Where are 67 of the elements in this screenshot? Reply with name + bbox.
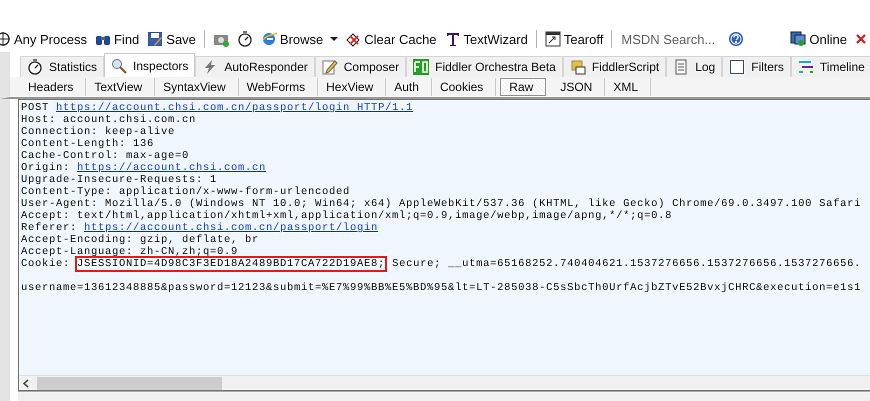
tab[interactable]: FiddlerScript bbox=[562, 56, 666, 77]
inspector-tab[interactable]: SyntaxView bbox=[155, 78, 239, 96]
inspector-tab[interactable]: Auth bbox=[386, 78, 432, 96]
request-text: User-Agent: Mozilla/5.0 (Windows NT 10.0; Win64; x64) AppleWebKit/537.36 (KHTML, like Gecko) Chrome/69.0.3497.100 Safari bbox=[21, 198, 862, 210]
tab[interactable]: Fiddler Orchestra Beta bbox=[406, 56, 563, 77]
checkbox-icon bbox=[729, 59, 746, 75]
request-text: Origin: bbox=[21, 162, 72, 174]
tab[interactable]: Log bbox=[666, 56, 722, 77]
request-text: Accept-Language: zh-CN,zh;q=0.9 bbox=[21, 246, 238, 258]
toolbar-button[interactable]: Any Process bbox=[0, 28, 90, 50]
url-link[interactable]: https://account.chsi.com.cn/passport/login HTTP/1.1 bbox=[56, 102, 414, 114]
toolbar-button[interactable]: Save bbox=[144, 28, 199, 50]
pencil-icon bbox=[322, 59, 338, 75]
fo-logo-icon bbox=[413, 59, 430, 75]
tab[interactable]: AutoResponder bbox=[195, 56, 315, 77]
request-text: Content-Length: 136 bbox=[21, 138, 154, 150]
toolbar-button[interactable]: Clear Cache bbox=[342, 28, 440, 50]
request-text: Accept: text/html,application/xhtml+xml,application/xml;q=0.9,image/webp,image/apng,*/*;q=0.8 bbox=[21, 210, 672, 222]
tab[interactable]: Timeline bbox=[790, 56, 870, 77]
request-text: Upgrade-Insecure-Requests: 1 bbox=[21, 174, 218, 186]
horizontal-scrollbar[interactable] bbox=[19, 375, 870, 390]
network-icon bbox=[790, 31, 806, 47]
request-text: Cookie: bbox=[21, 258, 72, 270]
document-icon bbox=[673, 59, 690, 75]
stopwatch-icon bbox=[236, 31, 253, 47]
request-text: Connection: keep-alive bbox=[21, 126, 176, 138]
request-text: Cache-Control: max-age=0 bbox=[21, 150, 190, 162]
tab[interactable]: Inspectors bbox=[104, 53, 196, 77]
stopwatch-icon bbox=[27, 59, 43, 75]
toolbar-button[interactable]: Find bbox=[92, 28, 142, 50]
request-text: Host: account.chsi.com.cn bbox=[21, 114, 196, 126]
scroll-icon bbox=[570, 59, 586, 75]
inspector-tab[interactable]: HexView bbox=[318, 78, 386, 96]
scroll-left-icon[interactable] bbox=[23, 378, 29, 388]
request-text: Content-Type: application/x-www-form-urlencoded bbox=[21, 186, 350, 198]
inspector-tab[interactable]: XML bbox=[605, 78, 652, 96]
url-link[interactable]: https://account.chsi.com.cn bbox=[77, 162, 266, 174]
globe-icon bbox=[260, 31, 277, 47]
help-icon bbox=[728, 31, 744, 47]
highlighted-cookie-text: JSESSIONID=4D98C3F3ED18A2489BD17CA722D19AE8; bbox=[77, 258, 386, 270]
dropdown-caret-icon[interactable] bbox=[330, 37, 338, 41]
inspector-tab[interactable]: TextView bbox=[86, 78, 156, 96]
request-text: Secure; __utma=65168252.740404621.1537276656.1537276656.1537276656. bbox=[391, 258, 862, 270]
inspector-tab[interactable]: Cookies bbox=[432, 78, 496, 96]
letter-icon bbox=[444, 31, 461, 47]
tab[interactable]: Composer bbox=[314, 56, 406, 77]
window-icon bbox=[544, 31, 561, 47]
inspector-tab[interactable]: JSON bbox=[552, 78, 606, 96]
toolbar-button[interactable]: Browse bbox=[258, 28, 326, 50]
scrollbar-thumb[interactable] bbox=[37, 376, 222, 390]
eraser-icon bbox=[345, 31, 362, 47]
request-text: username=13612348885&password=12123&submit=%E7%99%BB%E5%BD%95&lt=LT-285038-C5sSbcTh0UrfAcjbZTvE52BvxjCHRC&execution=e1s1 bbox=[21, 282, 862, 294]
toolbar-button[interactable]: Online bbox=[787, 28, 850, 50]
request-text: POST bbox=[21, 102, 50, 114]
inspector-tab[interactable]: Raw bbox=[500, 78, 546, 96]
tab[interactable]: Statistics bbox=[20, 56, 104, 77]
request-text: Referer: bbox=[21, 222, 78, 234]
close-icon bbox=[856, 34, 866, 44]
request-text: Accept-Encoding: gzip, deflate, br bbox=[21, 234, 260, 246]
toolbar-button[interactable]: Tearoff bbox=[542, 28, 606, 50]
tab[interactable]: Filters bbox=[722, 56, 791, 77]
toolbar-button[interactable]: TextWizard bbox=[442, 28, 531, 50]
timeline-icon bbox=[798, 59, 814, 75]
magnifier-icon bbox=[111, 58, 128, 74]
inspector-tab[interactable]: Headers bbox=[20, 78, 86, 96]
url-link[interactable]: https://account.chsi.com.cn/passport/login bbox=[84, 222, 378, 234]
inspector-tab[interactable]: WebForms bbox=[238, 78, 318, 96]
